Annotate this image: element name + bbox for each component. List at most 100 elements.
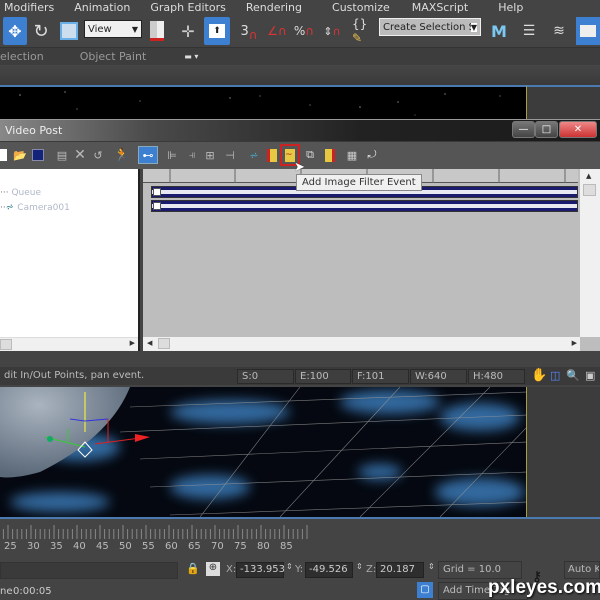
tree-item-label: Queue <box>11 188 42 198</box>
tree-item-camera001[interactable]: ··⩫ Camera001 <box>0 202 70 213</box>
camera-event-icon: ⩫ <box>5 202 18 213</box>
select-move-button[interactable]: ✥ <box>3 17 27 45</box>
add-image-input-event-button[interactable] <box>264 147 280 163</box>
time-tick-label: 60 <box>165 541 178 552</box>
scroll-thumb[interactable] <box>583 184 596 196</box>
align-left-button[interactable]: ⊫ <box>164 147 180 163</box>
menu-rendering[interactable]: Rendering <box>236 1 312 14</box>
menu-maxscript[interactable]: MAXScript <box>400 1 478 14</box>
time-tick-label: 50 <box>119 541 132 552</box>
scroll-right-arrow[interactable]: ▶ <box>572 339 577 347</box>
x-coordinate-input[interactable]: -133.953 <box>236 562 285 578</box>
title-bar[interactable]: Video Post — □ ✕ <box>0 119 600 141</box>
menu-customize[interactable]: Customize <box>312 1 400 14</box>
add-external-event-button[interactable]: ▦ <box>344 147 360 163</box>
swap-events-button[interactable]: ↺ <box>90 147 106 163</box>
zoom-extents-icon[interactable]: ◫ <box>550 369 560 382</box>
snap-3-label: 3 <box>240 23 249 39</box>
make-same-size-button[interactable]: ⊞ <box>202 147 218 163</box>
x-spinner[interactable]: ⇕ <box>286 562 293 571</box>
execute-sequence-button[interactable]: 🏃 <box>114 147 130 163</box>
menu-animation[interactable]: Animation <box>64 1 140 14</box>
delete-event-button[interactable]: ✕ <box>72 147 88 163</box>
range-start-handle[interactable] <box>153 202 161 210</box>
open-sequence-button[interactable]: 📂 <box>12 147 28 163</box>
pivot-center-button[interactable] <box>146 17 168 45</box>
align-button[interactable]: ☰ <box>518 17 540 45</box>
folder-open-icon: 📂 <box>13 148 27 162</box>
scroll-right-arrow[interactable]: ▶ <box>130 339 135 347</box>
maximize-button[interactable]: □ <box>535 121 558 138</box>
range-start-handle[interactable] <box>153 188 161 196</box>
snaps-toggle[interactable]: 3 ∩ <box>236 17 262 45</box>
edit-range-bar-button[interactable]: ⊷ <box>138 146 158 164</box>
spinner-snap-toggle[interactable]: ⇕∩ <box>320 17 344 45</box>
menu-graph-editors[interactable]: Graph Editors <box>140 1 236 14</box>
track-hscrollbar[interactable]: ◀ ▶ <box>143 337 580 351</box>
scroll-thumb[interactable] <box>0 339 12 350</box>
scroll-up-arrow[interactable]: ▲ <box>586 172 591 180</box>
start-frame-field: S:0 <box>237 369 294 384</box>
event-track-area[interactable]: ▲ ◀ ▶ <box>143 169 600 351</box>
save-icon <box>32 149 44 161</box>
save-sequence-button[interactable] <box>30 147 46 163</box>
percent-snap-toggle[interactable]: %∩ <box>292 17 316 45</box>
close-button[interactable]: ✕ <box>559 121 597 138</box>
zoom-region-icon[interactable]: ▣ <box>585 369 595 382</box>
y-coordinate-input[interactable]: -49.526 <box>305 562 353 578</box>
edit-named-selection-button[interactable]: {}✎ <box>352 17 376 45</box>
select-manipulate-button[interactable]: ✛ <box>176 17 200 45</box>
keyboard-shortcut-toggle[interactable]: ⬆ <box>204 17 230 45</box>
absolute-mode-toggle[interactable]: ⊕ <box>206 562 220 576</box>
main-toolbar: ✥ ↻ View ▼ ✛ ⬆ 3 ∩ ∠∩ %∩ ⇕∩ {}✎ Create S… <box>0 14 600 48</box>
time-label: ne <box>0 586 13 597</box>
menu-help[interactable]: Help <box>478 1 533 14</box>
time-tag-toggle[interactable]: ▢ <box>417 582 433 598</box>
scene-explorer-button[interactable] <box>576 17 600 45</box>
viewport-top[interactable] <box>0 85 527 119</box>
mirror-button[interactable]: M <box>488 17 510 45</box>
abut-selected-button[interactable]: ⊣ <box>222 147 238 163</box>
scroll-left-arrow[interactable]: ◀ <box>147 339 152 347</box>
angle-snap-toggle[interactable]: ∠∩ <box>265 17 289 45</box>
align-right-button[interactable]: ⫣ <box>184 147 200 163</box>
zoom-time-icon[interactable]: 🔍 <box>566 369 580 382</box>
scale-button[interactable] <box>58 17 80 45</box>
add-loop-event-button[interactable]: ⤾ <box>364 147 380 163</box>
angle-snap-icon: ∠∩ <box>267 24 287 38</box>
queue-tree: ··· Queue ··⩫ Camera001 ▶ <box>0 169 140 351</box>
y-label: Y: <box>295 564 304 575</box>
layer-manager-button[interactable]: ≋ <box>548 17 570 45</box>
edit-current-event-button[interactable]: ▤ <box>54 147 70 163</box>
align-right-icon: ⫣ <box>188 148 196 161</box>
z-coordinate-input[interactable]: 20.187 <box>376 562 424 578</box>
selection-set-dropdown[interactable]: Create Selection Se ▼ <box>379 18 481 36</box>
tree-hscrollbar[interactable]: ▶ <box>0 337 138 351</box>
ribbon-tab-object-paint[interactable]: Object Paint <box>80 50 147 63</box>
mirror-icon: M <box>491 21 507 41</box>
add-scene-event-button[interactable]: ⩫ <box>246 147 262 163</box>
track-vscrollbar[interactable]: ▲ <box>580 169 600 337</box>
y-spinner[interactable]: ⇕ <box>356 562 363 571</box>
pan-hand-icon[interactable]: ✋ <box>531 368 547 383</box>
minimize-button[interactable]: — <box>512 121 535 138</box>
scroll-thumb[interactable] <box>158 338 170 349</box>
rotate-button[interactable]: ↻ <box>30 17 52 45</box>
z-spinner[interactable]: ⇕ <box>428 562 435 571</box>
named-selection-icon: {}✎ <box>352 17 368 45</box>
maxscript-listener-field[interactable] <box>0 562 178 579</box>
ribbon-tab-selection[interactable]: election <box>0 50 44 63</box>
reference-coord-dropdown[interactable]: View ▼ <box>84 20 142 38</box>
new-sequence-button[interactable] <box>0 147 10 163</box>
event-range-bar-camera001[interactable] <box>151 200 578 212</box>
image-layer-icon: ⧉ <box>306 148 314 161</box>
menu-modifiers[interactable]: Modifiers <box>0 1 64 14</box>
lock-selection-icon[interactable]: 🔒 <box>186 562 200 575</box>
view-label: View <box>88 23 112 35</box>
ribbon-options-dropdown[interactable]: ▬ ▾ <box>184 52 198 61</box>
add-image-output-event-button[interactable] <box>322 147 338 163</box>
selection-set-value: Create Selection Se <box>383 21 471 33</box>
perspective-viewport[interactable] <box>0 387 527 517</box>
time-tick-label: 80 <box>257 541 270 552</box>
tree-item-queue[interactable]: ··· Queue <box>0 188 41 198</box>
